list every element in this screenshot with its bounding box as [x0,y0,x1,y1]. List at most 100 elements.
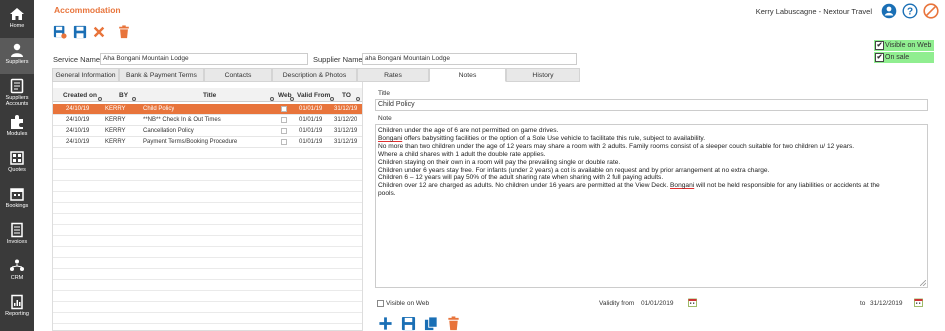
calendar-icon[interactable] [914,298,923,307]
grid-header: Created on BY Title Web Valid From TO [53,88,362,102]
nav-modules[interactable]: Modules [0,110,34,146]
header: Accommodation Kerry Labuscagne - Nextour… [34,0,945,22]
col-created-on[interactable]: Created on [63,92,97,99]
tab-contacts[interactable]: Contacts [204,68,272,82]
copy-icon[interactable] [424,316,439,331]
cell-valid-from: 01/01/19 [299,117,323,123]
search-icon[interactable] [330,97,334,101]
invoices-icon [11,222,23,238]
delete-note-trash-icon[interactable] [446,316,461,331]
note-line: pools. [378,190,396,198]
supplier-accounts-icon [10,78,24,94]
supplier-name-input[interactable]: aha Bongani Mountain Lodge [362,53,577,65]
tab-rates[interactable]: Rates [357,68,429,82]
spellcheck-word: Bongani [670,182,695,190]
bookings-icon [10,188,24,201]
nav-label: CRM [10,275,24,281]
note-textarea[interactable]: Children under the age of 6 are not perm… [375,124,928,288]
search-icon[interactable] [98,97,102,101]
save-icon[interactable] [73,25,87,39]
search-icon[interactable] [270,97,274,101]
cell-to: 31/12/20 [334,117,358,123]
table-row[interactable]: 24/10/19 KERRY Child Policy 01/01/19 31/… [53,104,362,115]
cell-valid-from: 01/01/19 [299,106,323,112]
cell-valid-from: 01/01/19 [299,139,323,145]
crm-icon [10,259,24,271]
search-icon[interactable] [356,97,360,101]
accommodation-app: Home Suppliers Suppliers Accounts Module… [0,0,945,331]
visible-on-web-flag[interactable]: ✔ Visible on Web [874,40,934,51]
web-checkbox[interactable] [281,106,287,112]
nav-home[interactable]: Home [0,2,34,38]
empty-row [53,324,362,330]
validity-from-input[interactable]: 01/01/2019 [641,300,674,307]
cell-created-on: 24/10/19 [66,139,90,145]
flag-label: On sale [885,54,910,61]
search-icon[interactable] [290,97,294,101]
empty-row [53,225,362,236]
cell-title: Payment Terms/Booking Procedure [143,139,238,145]
note-label: Note [378,115,392,122]
cell-created-on: 24/10/19 [66,117,90,123]
tab-general-information[interactable]: General Information [52,68,119,82]
save-close-icon[interactable] [53,25,67,39]
on-sale-flag[interactable]: ✔ On sale [874,52,934,63]
cell-by: KERRY [105,139,126,145]
resize-handle-icon[interactable] [920,280,926,286]
add-plus-icon[interactable] [378,316,393,331]
cancel-x-icon[interactable] [92,25,106,39]
cell-created-on: 24/10/19 [66,106,90,112]
table-row[interactable]: 24/10/19 KERRY Payment Terms/Booking Pro… [53,137,362,148]
save-note-icon[interactable] [401,316,416,331]
col-to[interactable]: TO [342,92,351,99]
nav-label: Reporting [5,311,29,317]
close-cancel-icon[interactable] [923,3,939,19]
web-checkbox[interactable] [281,139,287,145]
nav-quotes[interactable]: Quotes [0,146,34,182]
calendar-icon[interactable] [688,298,697,307]
nav-bookings[interactable]: Bookings [0,182,34,218]
search-icon[interactable] [132,97,136,101]
tab-notes[interactable]: Notes [429,68,506,82]
cell-created-on: 24/10/19 [66,128,90,134]
title-input[interactable]: Child Policy [375,99,928,111]
web-checkbox[interactable] [281,128,287,134]
user-profile-icon[interactable] [881,3,897,19]
service-name-label: Service Name [53,55,101,64]
delete-trash-icon[interactable] [117,25,131,39]
empty-row [53,236,362,247]
nav-reporting[interactable]: Reporting [0,290,34,326]
note-line: No more than two children under the age … [378,142,855,150]
help-icon[interactable]: ? [902,3,918,19]
nav-label: Home [9,23,25,29]
nav-crm[interactable]: CRM [0,254,34,290]
col-title[interactable]: Title [203,92,216,99]
tab-history[interactable]: History [506,68,580,82]
nav-invoices[interactable]: Invoices [0,218,34,254]
empty-row [53,302,362,313]
col-by[interactable]: BY [119,92,128,99]
col-valid-from[interactable]: Valid From [297,92,330,99]
empty-row [53,203,362,214]
nav-supplier-accounts[interactable]: Suppliers Accounts [0,74,34,110]
note-line: Children under 6 years stay free. For in… [378,166,770,174]
user-name: Kerry Labuscagne - Nextour Travel [755,7,872,16]
empty-row [53,192,362,203]
cell-by: KERRY [105,128,126,134]
nav-label: Suppliers [5,59,29,65]
title-label: Title [378,90,391,97]
empty-row [53,258,362,269]
tab-bank-payment-terms[interactable]: Bank & Payment Terms [119,68,204,82]
cell-title: **NB** Check In & Out Times [143,117,221,123]
tab-description-photos[interactable]: Description & Photos [272,68,357,82]
validity-to-input[interactable]: 31/12/2019 [870,300,903,307]
web-checkbox[interactable] [281,117,287,123]
nav-suppliers[interactable]: Suppliers [0,38,34,74]
table-row[interactable]: 24/10/19 KERRY Cancellation Policy 01/01… [53,126,362,137]
empty-row [53,181,362,192]
service-name-input[interactable]: Aha Bongani Mountain Lodge [100,53,308,65]
empty-row [53,214,362,225]
note-line: Children 6 – 12 years will pay 50% of th… [378,174,664,182]
visible-on-web-checkbox[interactable] [377,300,384,307]
table-row[interactable]: 24/10/19 KERRY **NB** Check In & Out Tim… [53,115,362,126]
